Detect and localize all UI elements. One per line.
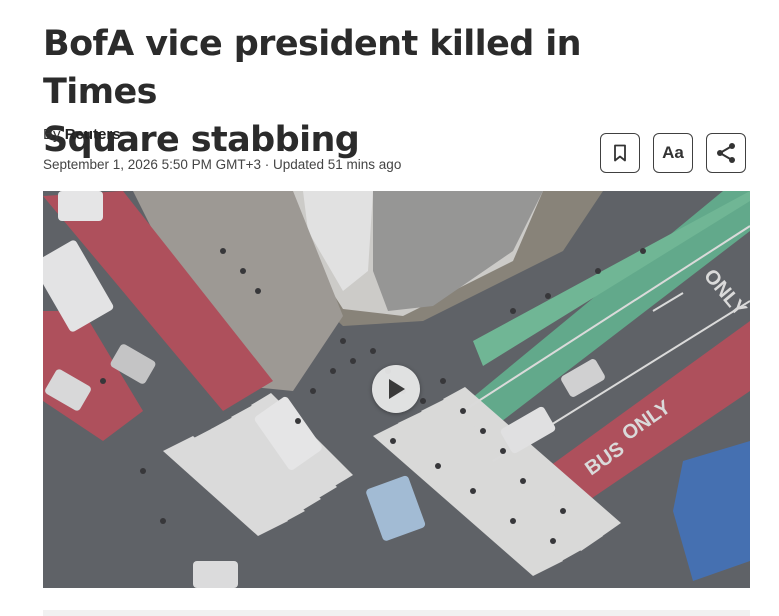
below-video-divider xyxy=(43,610,750,616)
video-player[interactable]: ONLY ONLY BUS xyxy=(43,191,750,588)
bookmark-icon xyxy=(614,144,626,162)
bookmark-button[interactable] xyxy=(600,133,640,173)
text-size-button[interactable]: Aa xyxy=(653,133,693,173)
play-icon xyxy=(389,379,405,399)
article-page: BofA vice president killed in Times Squar… xyxy=(0,0,779,616)
byline-prefix: By xyxy=(43,126,61,143)
article-toolbar: Aa xyxy=(600,133,746,173)
byline: By Reuters xyxy=(43,126,121,143)
text-size-label: Aa xyxy=(662,143,684,162)
play-button[interactable] xyxy=(372,365,420,413)
article-headline: BofA vice president killed in Times Squar… xyxy=(43,20,663,164)
dateline: September 1, 2026 5:50 PM GMT+3 · Update… xyxy=(43,157,402,172)
headline-line-1: BofA vice president killed in Times xyxy=(43,24,582,112)
share-button[interactable] xyxy=(706,133,746,173)
author-link[interactable]: Reuters xyxy=(65,126,121,143)
share-icon xyxy=(717,143,735,163)
